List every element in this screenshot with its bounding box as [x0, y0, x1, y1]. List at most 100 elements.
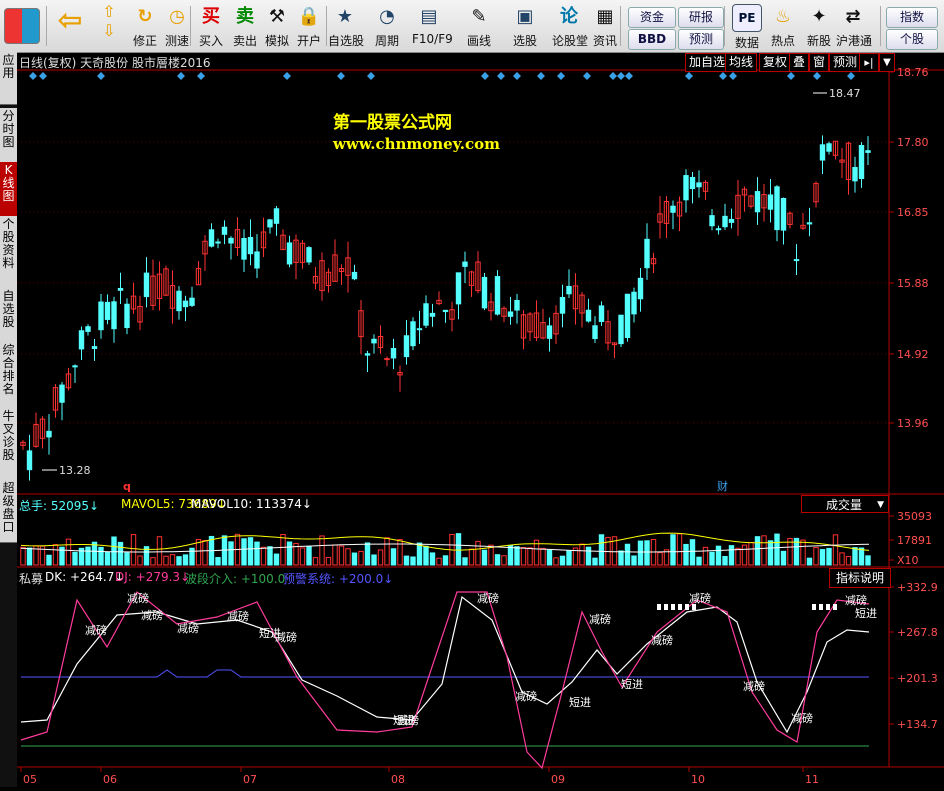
candle-body	[221, 226, 228, 235]
signal-block	[664, 604, 668, 610]
left-tab-7[interactable]: 牛叉诊股	[0, 408, 17, 481]
volume-indicator-button[interactable]: 成交量 ▼	[801, 495, 889, 513]
volume-bar	[85, 546, 91, 566]
volume-bar	[709, 551, 715, 566]
volume-bar	[670, 534, 676, 566]
volume-bar	[416, 542, 423, 566]
signal-diamond	[197, 72, 205, 80]
volume-bar	[117, 541, 124, 566]
volume-bar	[98, 546, 104, 566]
left-tab-5[interactable]: 自选股	[0, 288, 17, 343]
price-label: 16.85	[897, 206, 929, 219]
news-button[interactable]: ▦ 资讯	[588, 2, 622, 50]
hk-button[interactable]: ⇄ 沪港通	[836, 2, 872, 50]
indicator-signal-label: 短进	[569, 695, 591, 709]
candle-body	[351, 271, 358, 280]
header-button-1[interactable]: 加自选	[685, 53, 730, 72]
volume-bar	[403, 555, 410, 566]
volume-bar	[130, 534, 137, 566]
chart-title: 日线(复权) 天奇股份 股市層楼2016	[19, 56, 211, 70]
left-tab-6[interactable]: 综合排名	[0, 342, 17, 409]
ipo-icon: ✦	[811, 6, 827, 27]
candle-body	[709, 215, 715, 227]
app-logo-icon	[4, 8, 40, 44]
volume-bar	[715, 545, 722, 566]
volume-bar	[273, 553, 280, 566]
bbd-button[interactable]: BBD	[628, 29, 676, 50]
volume-bar	[865, 555, 871, 566]
back-button[interactable]: ⇦	[52, 2, 88, 50]
menu-icon[interactable]: ▸|	[859, 53, 879, 72]
stock-button[interactable]: 个股	[886, 29, 938, 50]
candle-body	[124, 303, 130, 329]
signal-diamond	[617, 72, 625, 80]
period-label: 周期	[374, 34, 399, 48]
header-button-2[interactable]: 均线	[725, 53, 758, 72]
modify-button[interactable]: ↻ 修正	[128, 2, 162, 50]
left-tab-3[interactable]: K线图	[0, 162, 17, 217]
funds-button[interactable]: 资金	[628, 7, 676, 28]
signal-block	[685, 604, 689, 610]
indicator-axis-label: +332.9	[897, 581, 938, 594]
volume-bar	[163, 555, 169, 566]
up-down-button[interactable]: ⇧ ⇩	[96, 2, 122, 50]
header-button-5[interactable]: 窗	[809, 53, 830, 72]
left-tab-4[interactable]: 个股资料	[0, 216, 17, 289]
indicator-help-button[interactable]: 指标说明	[829, 568, 891, 588]
header-button-4[interactable]: 叠	[789, 53, 810, 72]
header-button-6[interactable]: 预测	[829, 53, 862, 72]
volume-bar	[299, 547, 306, 566]
left-tab-2[interactable]: 分时图	[0, 108, 17, 163]
dropdown-icon: ▼	[877, 500, 884, 510]
f10-label: F10/F9	[412, 32, 453, 46]
buy-button[interactable]: 买买入	[194, 2, 228, 50]
volume-bar	[481, 549, 488, 566]
candle-body	[793, 259, 800, 262]
kline-chart[interactable]: 18.76 17.80 16.85 15.88 14.92 13.96 13.28 18.47…	[17, 52, 944, 787]
period-button[interactable]: ◔ 周期	[370, 2, 404, 50]
header-button-3[interactable]: 复权	[759, 53, 792, 72]
signal-diamond	[847, 72, 855, 80]
simulate-button[interactable]: ⚒ 模拟	[260, 2, 294, 50]
volume-bar	[618, 550, 624, 566]
signal-diamond	[39, 72, 47, 80]
arrow-up-icon: ⇧	[102, 2, 116, 21]
volume-bar	[631, 555, 637, 566]
candle-body	[442, 309, 449, 313]
data-button[interactable]: PE 数据	[730, 2, 764, 50]
volume-bar	[722, 556, 728, 566]
left-tab-1[interactable]: 应用	[0, 52, 17, 105]
indicator-signal-label: 减磅	[141, 608, 163, 622]
forum-button[interactable]: 论论股堂	[552, 2, 588, 50]
date-label: 05	[23, 773, 37, 786]
draw-button[interactable]: ✎ 画线	[462, 2, 496, 50]
index-button[interactable]: 指数	[886, 7, 938, 28]
research-button[interactable]: 研报	[678, 7, 724, 28]
candle-body	[780, 198, 787, 231]
stock-pick-button[interactable]: ▣ 选股	[508, 2, 542, 50]
candle-body	[826, 143, 832, 152]
buy-icon: 买	[202, 6, 220, 27]
candle-body	[455, 272, 462, 305]
signal-block	[671, 604, 675, 610]
sell-button[interactable]: 卖卖出	[228, 2, 262, 50]
hot-button[interactable]: ♨ 热点	[766, 2, 800, 50]
ipo-button[interactable]: ✦ 新股	[802, 2, 836, 50]
f10-button[interactable]: ▤ F10/F9	[412, 2, 453, 50]
left-tab-8[interactable]: 超级盘口	[0, 480, 17, 543]
test-button[interactable]: ◷ 测速	[160, 2, 194, 50]
volume-bar	[858, 547, 865, 566]
candle-body	[286, 242, 293, 265]
forecast-button[interactable]: 预测	[678, 29, 724, 50]
candle-body	[689, 176, 696, 190]
indicator-name: 私募	[19, 572, 44, 586]
candle-body	[241, 237, 247, 260]
volume-axis-label: X10	[897, 554, 919, 567]
volume-bar	[111, 536, 117, 566]
price-label: 17.80	[897, 136, 929, 149]
self-select-button[interactable]: ★ 自选股	[328, 2, 364, 50]
open-account-button[interactable]: 🔒 开户	[292, 2, 326, 50]
dropdown-icon[interactable]: ▼	[879, 53, 895, 72]
app-logo-button[interactable]	[4, 2, 40, 50]
volume-bar	[468, 548, 475, 566]
